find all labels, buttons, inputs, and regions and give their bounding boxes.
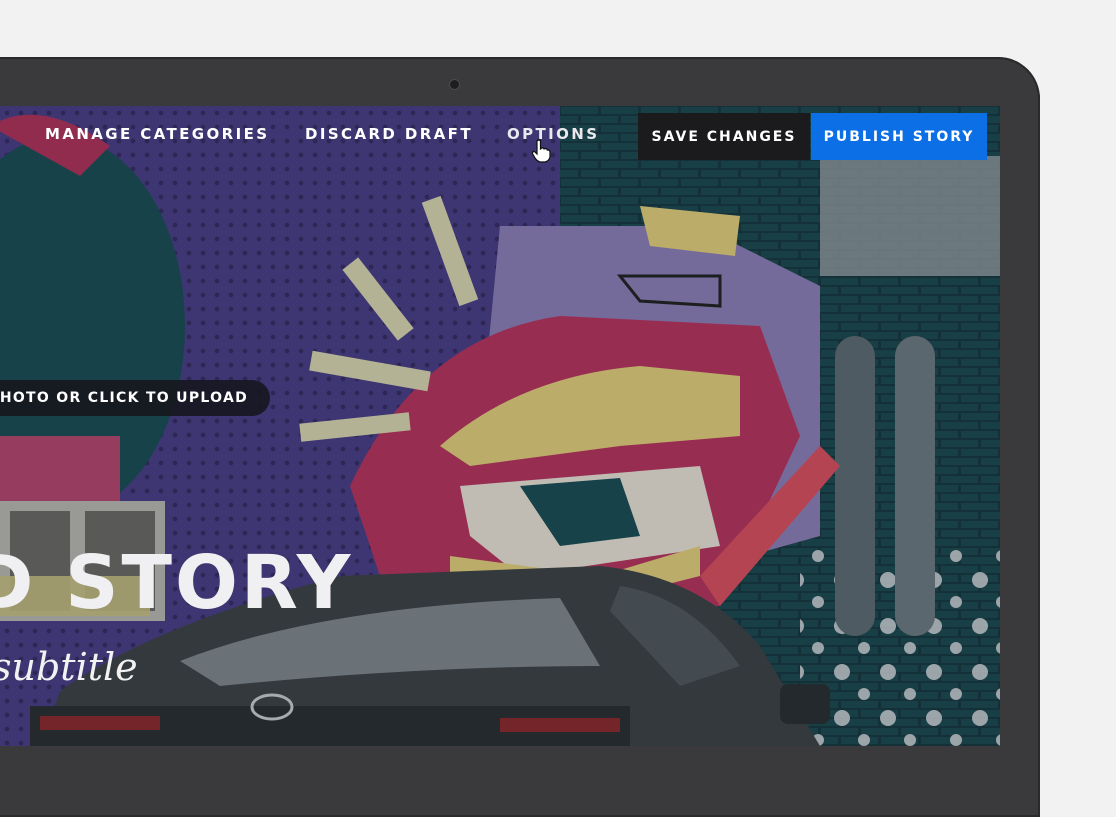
manage-categories-link[interactable]: MANAGE CATEGORIES <box>45 125 269 143</box>
story-subtitle[interactable]: subtitle <box>0 648 138 686</box>
webcam-dot <box>449 79 460 90</box>
publish-story-button[interactable]: PUBLISH STORY <box>811 113 987 160</box>
story-title[interactable]: D STORY <box>0 546 353 620</box>
save-changes-button[interactable]: SAVE CHANGES <box>638 113 810 160</box>
dark-overlay <box>0 106 1000 746</box>
story-editor-screen: / MANAGE CATEGORIES DISCARD DRAFT OPTION… <box>0 106 1000 746</box>
discard-draft-link[interactable]: DISCARD DRAFT <box>305 125 473 143</box>
options-link[interactable]: OPTIONS <box>507 125 599 143</box>
hand-pointer-icon <box>531 139 551 163</box>
upload-photo-hint[interactable]: PHOTO OR CLICK TO UPLOAD <box>0 380 270 416</box>
